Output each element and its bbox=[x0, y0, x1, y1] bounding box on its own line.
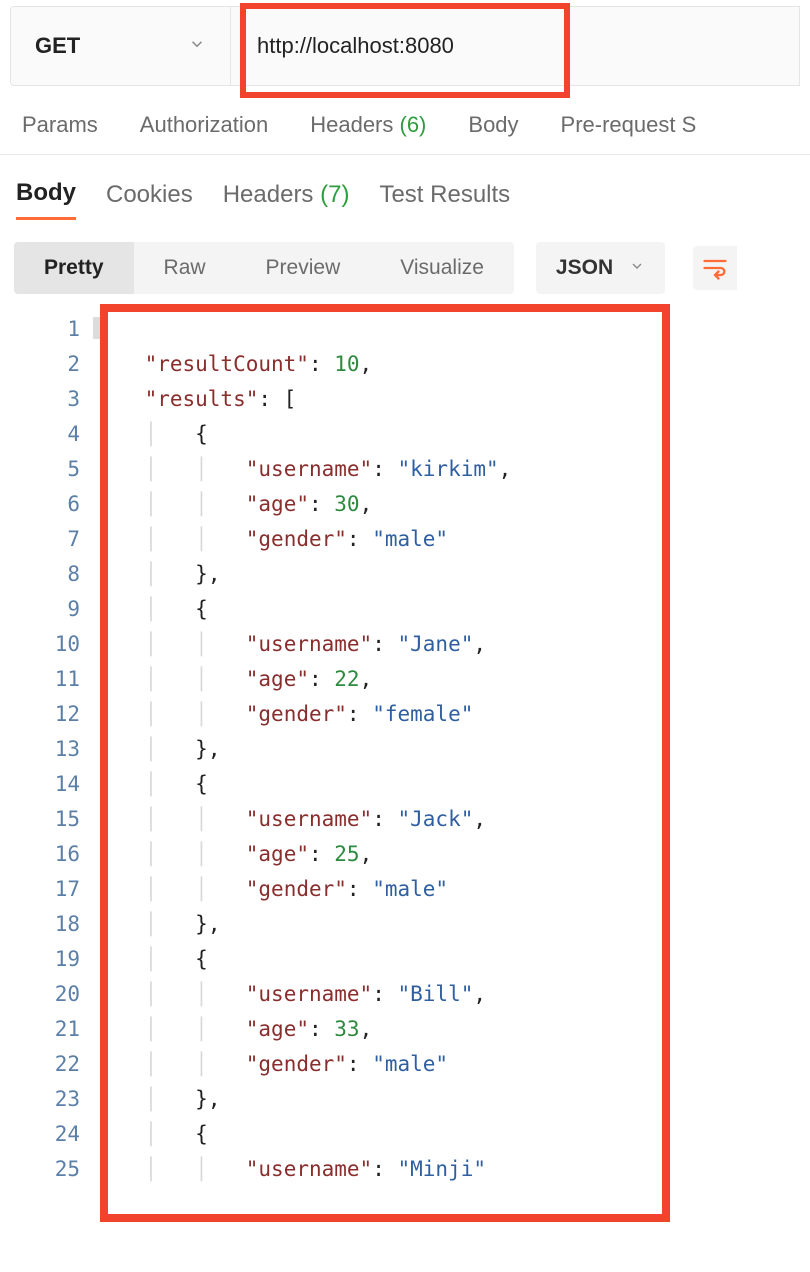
view-mode-preview-label: Preview bbox=[266, 256, 341, 279]
view-mode-segmented: Pretty Raw Preview Visualize bbox=[14, 242, 514, 294]
view-mode-raw-label: Raw bbox=[164, 256, 206, 279]
response-tab-headers[interactable]: Headers (7) bbox=[223, 181, 350, 219]
chevron-down-icon bbox=[188, 35, 206, 58]
response-body-viewer[interactable]: 1234567891011121314151617181920212223242… bbox=[0, 308, 810, 1187]
body-format-label: JSON bbox=[556, 256, 613, 280]
tab-prerequest-label: Pre-request S bbox=[561, 112, 697, 137]
http-method-label: GET bbox=[35, 33, 80, 59]
response-json-content: { "resultCount": 10, "results": [ │ { │ … bbox=[94, 308, 810, 1187]
view-mode-visualize[interactable]: Visualize bbox=[370, 242, 514, 294]
response-tab-test-results[interactable]: Test Results bbox=[379, 181, 510, 219]
tab-authorization-label: Authorization bbox=[140, 112, 268, 137]
response-tab-headers-label: Headers bbox=[223, 181, 314, 208]
tab-body[interactable]: Body bbox=[468, 112, 518, 138]
view-mode-raw[interactable]: Raw bbox=[134, 242, 236, 294]
body-format-select[interactable]: JSON bbox=[536, 242, 665, 294]
tab-headers[interactable]: Headers (6) bbox=[310, 112, 426, 138]
url-input[interactable]: http://localhost:8080 bbox=[231, 7, 799, 85]
tab-params-label: Params bbox=[22, 112, 98, 137]
tab-authorization[interactable]: Authorization bbox=[140, 112, 268, 138]
response-tab-cookies-label: Cookies bbox=[106, 181, 193, 208]
url-value: http://localhost:8080 bbox=[257, 33, 454, 59]
response-tab-headers-count: (7) bbox=[320, 181, 349, 208]
http-method-select[interactable]: GET bbox=[11, 7, 231, 85]
response-tabs: Body Cookies Headers (7) Test Results bbox=[0, 155, 810, 228]
tab-headers-count: (6) bbox=[400, 112, 427, 137]
response-tab-cookies[interactable]: Cookies bbox=[106, 181, 193, 219]
tab-params[interactable]: Params bbox=[22, 112, 98, 138]
response-tab-test-results-label: Test Results bbox=[379, 181, 510, 208]
tab-prerequest[interactable]: Pre-request S bbox=[561, 112, 697, 138]
view-mode-visualize-label: Visualize bbox=[400, 256, 484, 279]
view-toolbar: Pretty Raw Preview Visualize JSON bbox=[0, 228, 810, 308]
response-tab-body-label: Body bbox=[16, 179, 76, 206]
tab-body-label: Body bbox=[468, 112, 518, 137]
view-mode-preview[interactable]: Preview bbox=[236, 242, 371, 294]
wrap-lines-button[interactable] bbox=[693, 246, 737, 290]
chevron-down-icon bbox=[629, 258, 645, 279]
request-bar: GET http://localhost:8080 bbox=[10, 6, 800, 86]
request-tabs: Params Authorization Headers (6) Body Pr… bbox=[0, 86, 810, 155]
view-mode-pretty-label: Pretty bbox=[44, 256, 104, 279]
tab-headers-label: Headers bbox=[310, 112, 393, 137]
view-mode-pretty[interactable]: Pretty bbox=[14, 242, 134, 294]
line-number-gutter: 1234567891011121314151617181920212223242… bbox=[0, 308, 94, 1187]
response-tab-body[interactable]: Body bbox=[16, 179, 76, 220]
